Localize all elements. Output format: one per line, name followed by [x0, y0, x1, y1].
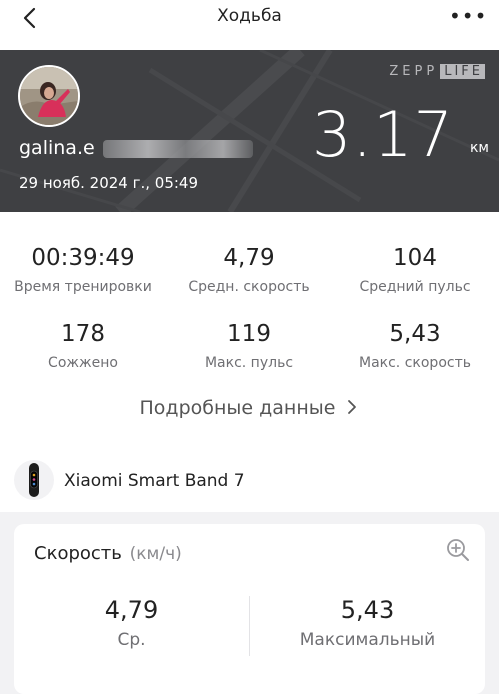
stat-duration: 00:39:49 Время тренировки	[0, 245, 166, 295]
detailed-data-label: Подробные данные	[139, 397, 336, 419]
speed-card: Скорость (км/ч) 4,79 Ср. 5,43 Максимальн…	[14, 524, 485, 694]
page-title: Ходьба	[217, 6, 282, 26]
speed-card-title: Скорость (км/ч)	[34, 543, 182, 564]
chevron-right-icon	[348, 400, 357, 414]
stat-value: 119	[227, 321, 271, 347]
workout-summary-banner: ZEPP LIFE galina.e 29 нояб. 2024 г., 05:4…	[0, 50, 499, 212]
speed-unit: (км/ч)	[129, 544, 182, 564]
speed-max: 5,43 Максимальный	[250, 596, 485, 650]
workout-datetime: 29 нояб. 2024 г., 05:49	[19, 174, 199, 192]
username: galina.e	[19, 137, 95, 159]
stat-label: Средн. скорость	[188, 279, 310, 295]
chevron-left-icon	[23, 7, 36, 29]
speed-title-label: Скорость	[34, 543, 122, 564]
stat-value: 104	[393, 245, 437, 271]
speed-avg-label: Ср.	[117, 630, 146, 650]
distance-unit: км	[469, 140, 489, 156]
stat-avg-heart-rate: 104 Средний пульс	[332, 245, 498, 295]
stat-value: 00:39:49	[31, 245, 135, 271]
speed-avg: 4,79 Ср.	[14, 596, 249, 650]
user-photo	[20, 67, 78, 125]
workout-stats: 00:39:49 Время тренировки 4,79 Средн. ск…	[0, 212, 499, 450]
zoom-in-icon	[447, 539, 469, 561]
stat-avg-speed: 4,79 Средн. скорость	[166, 245, 332, 295]
device-row[interactable]: Xiaomi Smart Band 7	[0, 450, 499, 512]
top-bar: Ходьба •••	[0, 0, 499, 50]
more-dots-icon[interactable]: •••	[449, 4, 486, 30]
stat-value: 178	[61, 321, 105, 347]
smart-band-icon	[14, 460, 54, 500]
speed-max-value: 5,43	[340, 596, 395, 624]
stat-value: 4,79	[223, 245, 275, 271]
stat-label: Макс. пульс	[204, 355, 294, 371]
stat-max-speed: 5,43 Макс. скорость	[332, 321, 498, 371]
stat-calories: 178 Сожжено	[0, 321, 166, 371]
detailed-data-link[interactable]: Подробные данные	[0, 397, 499, 419]
speed-max-label: Максимальный	[299, 630, 436, 650]
stat-label: Сожжено	[48, 355, 118, 371]
redacted-username-blur	[103, 140, 253, 158]
stat-value: 5,43	[389, 321, 441, 347]
brand-zepp: ZEPP	[389, 64, 439, 79]
brand-logo: ZEPP LIFE	[389, 64, 485, 79]
distance-value: 3.17	[311, 98, 454, 171]
stat-max-heart-rate: 119 Макс. пульс	[166, 321, 332, 371]
device-name: Xiaomi Smart Band 7	[64, 471, 245, 491]
stat-label: Средний пульс	[359, 279, 471, 295]
stat-label: Макс. скорость	[359, 355, 471, 371]
brand-life: LIFE	[440, 64, 485, 79]
zoom-in-button[interactable]	[445, 537, 471, 563]
avatar[interactable]	[18, 65, 80, 127]
speed-avg-value: 4,79	[104, 596, 159, 624]
stat-label: Время тренировки	[14, 279, 152, 295]
back-button[interactable]	[18, 6, 48, 34]
